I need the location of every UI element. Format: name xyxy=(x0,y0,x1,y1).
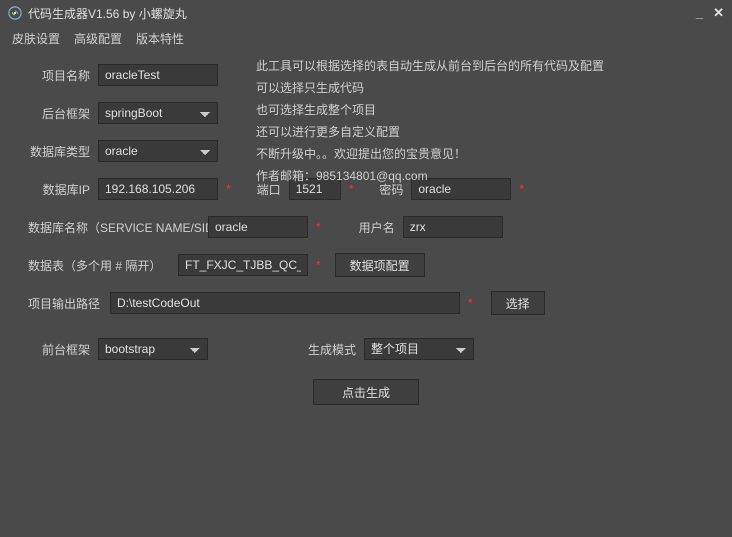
project-name-input[interactable] xyxy=(98,64,218,86)
close-button[interactable]: ✕ xyxy=(713,5,724,21)
info-line: 此工具可以根据选择的表自动生成从前台到后台的所有代码及配置 xyxy=(256,55,604,77)
menu-skin[interactable]: 皮肤设置 xyxy=(12,30,60,47)
required-mark: * xyxy=(468,296,473,310)
config-button[interactable]: 数据项配置 xyxy=(335,253,425,277)
label-db-type: 数据库类型 xyxy=(28,143,98,160)
window-controls: _ ✕ xyxy=(696,5,724,21)
label-db-name: 数据库名称（SERVICE NAME/SID） xyxy=(28,219,208,236)
form-content: 此工具可以根据选择的表自动生成从前台到后台的所有代码及配置 可以选择只生成代码 … xyxy=(0,55,732,405)
titlebar: 代码生成器V1.56 by 小螺旋丸 _ ✕ xyxy=(0,0,732,26)
choose-path-button[interactable]: 选择 xyxy=(491,291,545,315)
info-line: 也可选择生成整个项目 xyxy=(256,99,604,121)
output-path-input[interactable] xyxy=(110,292,460,314)
db-type-select[interactable]: oracle xyxy=(98,140,218,162)
required-mark: * xyxy=(316,220,321,234)
menu-version[interactable]: 版本特性 xyxy=(136,30,184,47)
label-gen-mode: 生成模式 xyxy=(308,341,364,358)
minimize-button[interactable]: _ xyxy=(696,5,703,21)
info-text: 此工具可以根据选择的表自动生成从前台到后台的所有代码及配置 可以选择只生成代码 … xyxy=(256,55,604,187)
info-line: 作者邮箱：985134801@qq.com xyxy=(256,165,604,187)
required-mark: * xyxy=(226,182,231,196)
label-tables: 数据表（多个用 # 隔开） xyxy=(28,257,178,274)
label-db-ip: 数据库IP xyxy=(28,181,98,198)
info-line: 不断升级中。。欢迎提出您的宝贵意见！ xyxy=(256,143,604,165)
username-input[interactable] xyxy=(403,216,503,238)
label-front-fw: 前台框架 xyxy=(28,341,98,358)
label-backend-fw: 后台框架 xyxy=(28,105,98,122)
db-name-input[interactable] xyxy=(208,216,308,238)
info-line: 还可以进行更多自定义配置 xyxy=(256,121,604,143)
label-output-path: 项目输出路径 xyxy=(28,295,110,312)
required-mark: * xyxy=(316,258,321,272)
generate-button[interactable]: 点击生成 xyxy=(313,379,419,405)
menu-advanced[interactable]: 高级配置 xyxy=(74,30,122,47)
backend-fw-select[interactable]: springBoot xyxy=(98,102,218,124)
front-fw-select[interactable]: bootstrap xyxy=(98,338,208,360)
info-line: 可以选择只生成代码 xyxy=(256,77,604,99)
tables-input[interactable] xyxy=(178,254,308,276)
gen-mode-select[interactable]: 整个项目 xyxy=(364,338,474,360)
window-title: 代码生成器V1.56 by 小螺旋丸 xyxy=(28,5,696,22)
label-project-name: 项目名称 xyxy=(28,67,98,84)
app-icon xyxy=(8,6,22,20)
label-username: 用户名 xyxy=(359,219,403,236)
db-ip-input[interactable] xyxy=(98,178,218,200)
menubar: 皮肤设置 高级配置 版本特性 xyxy=(0,26,732,55)
